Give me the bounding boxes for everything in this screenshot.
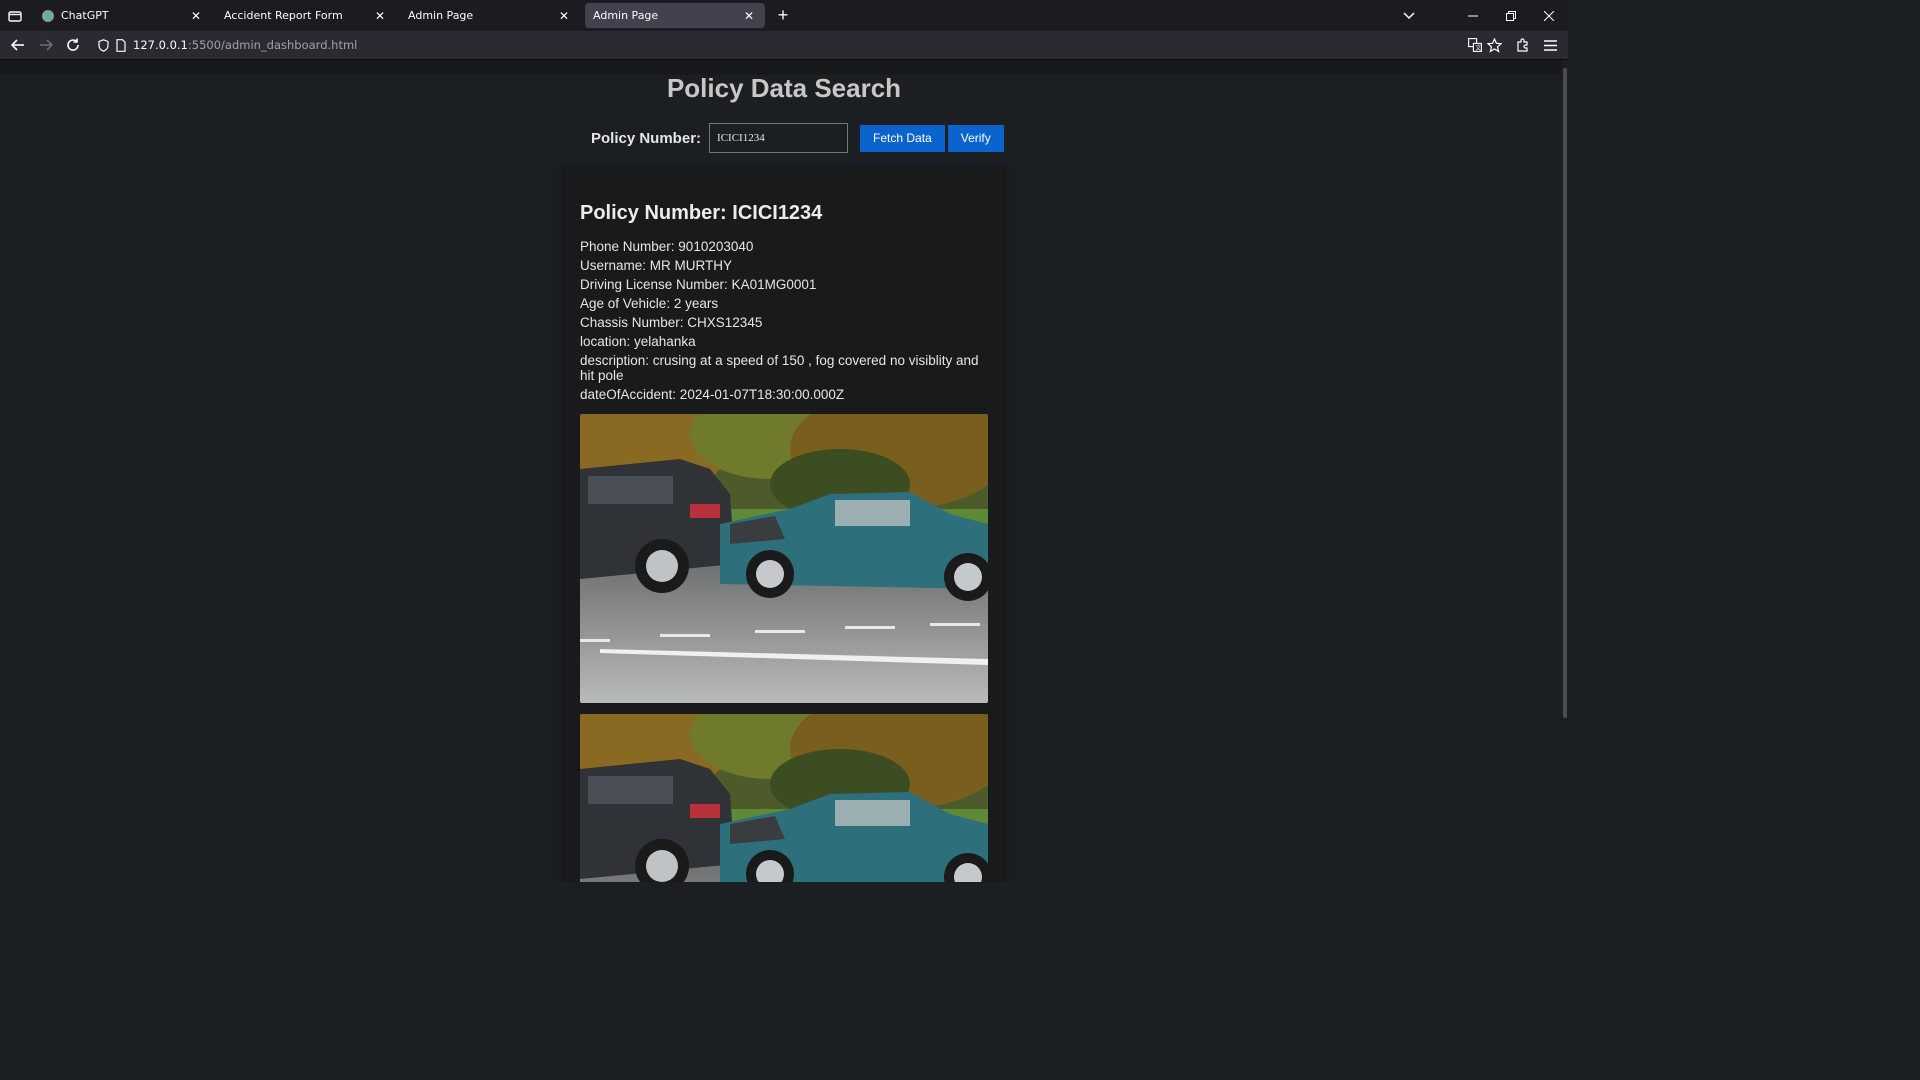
tab-list-button[interactable] xyxy=(0,0,30,31)
back-arrow-icon[interactable] xyxy=(8,35,28,55)
page-title: Policy Data Search xyxy=(666,73,902,103)
tab-label: Accident Report Form xyxy=(224,9,343,22)
shield-icon[interactable] xyxy=(96,38,110,52)
hamburger-menu-icon[interactable] xyxy=(1541,36,1559,54)
tab-chatgpt[interactable]: ChatGPT ✕ xyxy=(34,3,212,28)
username-field: Username: MR MURTHY xyxy=(580,258,733,273)
tab-label: Admin Page xyxy=(408,9,474,22)
navigation-toolbar: 127.0.0.1:5500/admin_dashboard.html 文 xyxy=(0,31,1568,60)
new-tab-plus-icon[interactable]: + xyxy=(774,5,792,25)
location-field: location: yelahanka xyxy=(580,334,696,349)
policy-number-input[interactable] xyxy=(709,123,849,153)
close-icon[interactable]: ✕ xyxy=(372,9,388,23)
page-viewport: Policy Data Search Policy Number: Fetch … xyxy=(0,60,1562,882)
tab-admin-page[interactable]: Admin Page ✕ xyxy=(400,3,580,28)
chatgpt-favicon-icon xyxy=(42,9,54,22)
tab-label: ChatGPT xyxy=(61,9,109,22)
driving-license-field: Driving License Number: KA01MG0001 xyxy=(580,277,817,292)
verify-button[interactable]: Verify xyxy=(947,124,1004,152)
restore-icon[interactable] xyxy=(1492,0,1530,31)
bookmark-star-icon[interactable] xyxy=(1485,36,1503,54)
svg-text:文: 文 xyxy=(1475,44,1481,52)
chassis-number-field: Chassis Number: CHXS12345 xyxy=(580,315,763,330)
address-bar[interactable]: 127.0.0.1:5500/admin_dashboard.html xyxy=(90,34,1460,56)
close-icon[interactable]: ✕ xyxy=(556,9,572,23)
policy-record-card: Policy Number: ICICI1234 Phone Number: 9… xyxy=(564,168,1004,882)
close-window-icon[interactable] xyxy=(1530,0,1568,31)
extensions-puzzle-icon[interactable] xyxy=(1514,36,1532,54)
description-field: description: crusing at a speed of 150 ,… xyxy=(580,353,979,383)
vehicle-age-field: Age of Vehicle: 2 years xyxy=(580,296,719,311)
record-fields: Phone Number: 9010203040 Username: MR MU… xyxy=(580,239,990,406)
tab-label: Admin Page xyxy=(593,9,659,22)
date-of-accident-field: dateOfAccident: 2024-01-07T18:30:00.000Z xyxy=(580,387,845,402)
url-path: :5500/admin_dashboard.html xyxy=(187,38,358,52)
close-icon[interactable]: ✕ xyxy=(188,9,204,23)
url-host: 127.0.0.1 xyxy=(133,38,188,52)
list-all-tabs-chevron-icon[interactable] xyxy=(1390,0,1428,31)
close-icon[interactable]: ✕ xyxy=(741,9,757,23)
phone-number-field: Phone Number: 9010203040 xyxy=(580,239,754,254)
policy-number-label: Policy Number: xyxy=(591,129,702,147)
folder-tabs-icon xyxy=(8,10,22,22)
record-heading: Policy Number: ICICI1234 xyxy=(580,202,823,224)
vertical-scrollbar[interactable] xyxy=(1562,60,1568,882)
fetch-data-button[interactable]: Fetch Data xyxy=(860,124,945,152)
policy-search-form: Policy Number: Fetch Data Verify xyxy=(591,123,1004,153)
accident-photo xyxy=(580,714,988,882)
forward-arrow-icon[interactable] xyxy=(36,35,56,55)
minimize-icon[interactable] xyxy=(1454,0,1492,31)
accident-photo xyxy=(580,414,988,703)
translate-icon[interactable]: 文 xyxy=(1466,36,1484,54)
reload-icon[interactable] xyxy=(63,35,83,55)
scrollbar-thumb[interactable] xyxy=(1563,68,1567,718)
tab-bar: ChatGPT ✕ Accident Report Form ✕ Admin P… xyxy=(0,0,1568,31)
tab-accident-report-form[interactable]: Accident Report Form ✕ xyxy=(216,3,396,28)
page-info-icon[interactable] xyxy=(114,38,128,52)
tab-admin-page-active[interactable]: Admin Page ✕ xyxy=(585,3,765,28)
